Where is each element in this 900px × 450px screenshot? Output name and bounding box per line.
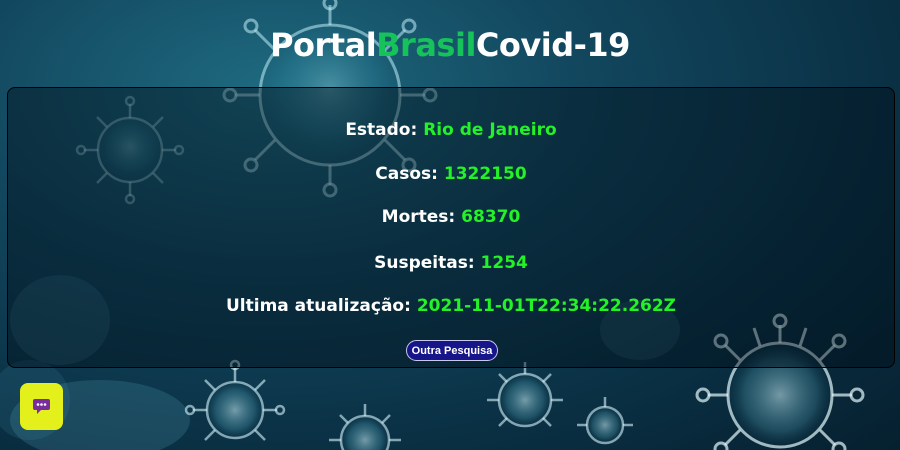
stats-card: Estado: Rio de Janeiro Casos: 1322150 Mo… — [7, 87, 895, 368]
stat-value: 68370 — [461, 207, 521, 227]
stat-ultima-atualizacao: Ultima atualização: 2021-11-01T22:34:22.… — [8, 296, 894, 316]
stat-value: 2021-11-01T22:34:22.262Z — [416, 296, 677, 316]
stat-mortes: Mortes: 68370 — [8, 207, 894, 227]
stat-label: Casos: — [375, 164, 438, 184]
other-search-button[interactable]: Outra Pesquisa — [406, 340, 498, 361]
stat-label: Mortes: — [381, 207, 456, 227]
page-title: PortalBrasilCovid-19 — [0, 26, 900, 64]
stat-label: Ultima atualização: — [225, 296, 411, 316]
stat-casos: Casos: 1322150 — [8, 164, 894, 184]
chat-widget-button[interactable] — [20, 383, 63, 430]
title-portal: Portal — [270, 26, 377, 64]
stat-value: Rio de Janeiro — [423, 120, 557, 140]
stat-label: Suspeitas: — [374, 253, 475, 273]
stat-value: 1322150 — [443, 164, 527, 184]
chat-bubble-icon — [33, 399, 50, 414]
stat-estado: Estado: Rio de Janeiro — [8, 120, 894, 140]
stat-suspeitas: Suspeitas: 1254 — [8, 253, 894, 273]
stat-value: 1254 — [480, 253, 528, 273]
title-covid: Covid-19 — [475, 26, 631, 64]
stat-label: Estado: — [345, 120, 418, 140]
title-brasil: Brasil — [376, 26, 476, 64]
